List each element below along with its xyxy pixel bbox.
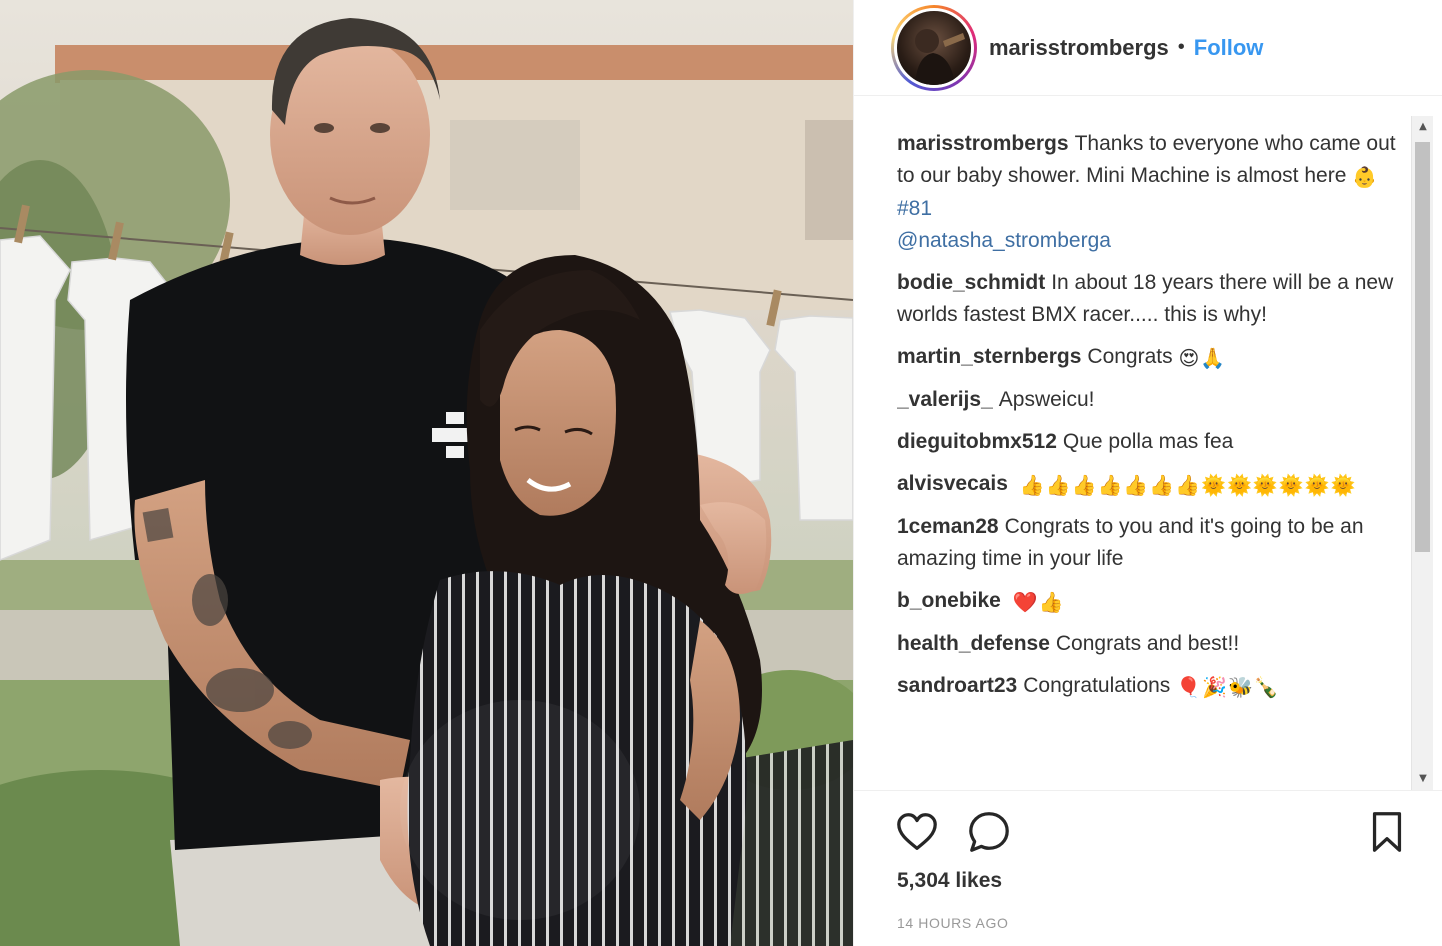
comment-text: Congrats (1087, 345, 1173, 368)
thumbs-sun-emoji-icon: 👍👍👍👍👍👍👍🌞🌞🌞🌞🌞🌞 (1019, 473, 1357, 497)
comment-item: health_defense Congrats and best!! (897, 628, 1397, 660)
scroll-down-arrow-icon[interactable]: ▼ (1412, 768, 1434, 790)
comment-icon[interactable] (966, 809, 1012, 855)
party-emoji-icon: 🎈🎉🐝🍾 (1176, 675, 1280, 699)
comment-username[interactable]: martin_sternbergs (897, 345, 1081, 368)
comment-text: Congrats and best!! (1055, 632, 1240, 655)
comments-scrollbar[interactable]: ▲ ▼ (1411, 116, 1433, 790)
comment-item: 1ceman28 Congrats to you and it's going t… (897, 511, 1397, 575)
comment-text: Apsweicu! (998, 388, 1095, 411)
heart-thumbs-emoji-icon: ❤️👍 (1012, 590, 1065, 614)
avatar-image (915, 28, 965, 85)
comment-username[interactable]: _valerijs_ (897, 388, 993, 411)
comment-item: _valerijs_ Apsweicu! (897, 384, 1397, 416)
comment-username[interactable]: dieguitobmx512 (897, 430, 1057, 453)
post-photo[interactable] (0, 0, 853, 946)
avatar[interactable] (894, 7, 974, 88)
follow-button[interactable]: Follow (1194, 35, 1264, 61)
comment-text: Que polla mas fea (1062, 430, 1234, 453)
comment-list: marisstrombergs Thanks to everyone who ca… (897, 128, 1397, 788)
comment-item: b_onebike ❤️👍 (897, 585, 1397, 618)
post-panel: marisstrombergs • Follow marisstrombergs… (853, 0, 1442, 946)
bookmark-icon[interactable] (1364, 809, 1410, 855)
comment-item: bodie_schmidt In about 18 years there wil… (897, 267, 1397, 331)
baby-emoji-icon: 👶 (1352, 165, 1379, 189)
hashtag-link[interactable]: #81 (897, 197, 932, 220)
header-username[interactable]: marisstrombergs (989, 35, 1169, 61)
caption: marisstrombergs Thanks to everyone who ca… (897, 128, 1397, 257)
comment-item: alvisvecais 👍👍👍👍👍👍👍🌞🌞🌞🌞🌞🌞 (897, 468, 1397, 501)
post-header: marisstrombergs • Follow (854, 0, 1442, 96)
header-separator: • (1177, 36, 1185, 58)
post-timestamp: 14 HOURS AGO (897, 915, 1009, 931)
scroll-thumb[interactable] (1415, 142, 1430, 552)
comment-item: dieguitobmx512 Que polla mas fea (897, 426, 1397, 458)
comment-username[interactable]: marisstrombergs (897, 132, 1069, 155)
heart-eyes-pray-emoji-icon: 😍🙏 (1178, 346, 1227, 370)
comment-username[interactable]: sandroart23 (897, 674, 1017, 697)
comment-username[interactable]: bodie_schmidt (897, 271, 1045, 294)
comment-username[interactable]: alvisvecais (897, 472, 1008, 495)
photo-illustration (0, 18, 853, 946)
comment-username[interactable]: health_defense (897, 632, 1050, 655)
comment-item: sandroart23 Congratulations 🎈🎉🐝🍾 (897, 670, 1397, 703)
likes-count[interactable]: 5,304 likes (897, 869, 1002, 893)
comment-item: martin_sternbergs Congrats 😍🙏 (897, 341, 1397, 374)
comment-username[interactable]: 1ceman28 (897, 515, 999, 538)
avatar-story-ring[interactable] (891, 4, 977, 91)
post-actions: 5,304 likes 14 HOURS AGO (854, 790, 1442, 946)
comment-username[interactable]: b_onebike (897, 589, 1001, 612)
scroll-up-arrow-icon[interactable]: ▲ (1412, 116, 1434, 138)
heart-icon[interactable] (894, 809, 940, 855)
comment-text: Congratulations (1023, 674, 1171, 697)
mention-link[interactable]: @natasha_stromberga (897, 229, 1111, 252)
